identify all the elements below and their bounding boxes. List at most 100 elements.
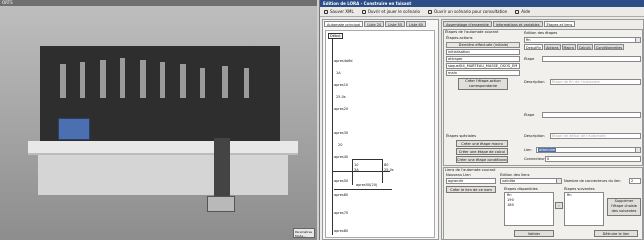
- connecteur-field[interactable]: 0: [545, 156, 641, 162]
- scene-viewport[interactable]: Paramètres Mode...: [0, 6, 317, 240]
- graph-edge-label: 25.0s: [336, 95, 346, 99]
- wrench-tool: [160, 62, 165, 98]
- new-link-field[interactable]: agrandir: [446, 178, 496, 184]
- lien-select[interactable]: atteindre: [536, 147, 641, 153]
- graph-edge-label: 25.0s: [384, 168, 394, 172]
- description-field[interactable]: Étape de fin de l'automate: [550, 79, 641, 85]
- graph-node[interactable]: apres50: [334, 179, 348, 183]
- graph-node[interactable]: apres60: [334, 193, 348, 197]
- description-label: Description: [524, 80, 545, 84]
- available-steps-list[interactable]: fin 190 180: [504, 192, 554, 226]
- search-icon: [427, 9, 432, 14]
- create-action-step-button[interactable]: Créer l'étape-action correspondante: [458, 78, 508, 90]
- scene-window[interactable]: ORTS Paramètres Mode...: [0, 0, 317, 240]
- action-field[interactable]: attraper: [446, 56, 520, 62]
- action-field[interactable]: initialisation: [446, 49, 520, 55]
- help-label: Aide: [521, 9, 531, 14]
- wrench-tool: [244, 68, 249, 98]
- list-item[interactable]: 180: [505, 203, 553, 208]
- last-action-field[interactable]: Dernière effectuée (initiale): [446, 42, 520, 48]
- delete-link-button[interactable]: Détruire le lien: [594, 230, 638, 237]
- etape-field[interactable]: [542, 56, 641, 62]
- open-consult-button[interactable]: Ouvrir un scénario pour consultation: [427, 9, 508, 14]
- save-xml-button[interactable]: Sauver XML: [324, 9, 354, 14]
- etape2-field[interactable]: [542, 112, 641, 118]
- chevron-down-icon: [635, 148, 640, 152]
- help-button[interactable]: Aide: [515, 9, 530, 14]
- step-actions-label: Étapes-actions: [446, 36, 473, 40]
- graph-edge: [352, 159, 353, 185]
- robot-gripper: [207, 196, 235, 212]
- tab-actions[interactable]: Actions: [544, 44, 561, 50]
- graph-node[interactable]: apres20: [334, 107, 348, 111]
- chevron-down-icon: [556, 179, 561, 183]
- step-type-tabs: DebutFin Actions Macro Calculs Condition…: [524, 44, 625, 50]
- available-steps-label: Étapes disponibles: [504, 187, 538, 191]
- automaton-tabs: Automate principal Liste 20 Liste 55 Lis…: [323, 20, 438, 28]
- etape-label: Étape: [524, 57, 535, 61]
- graph-node[interactable]: apres40: [334, 155, 348, 159]
- move-right-button[interactable]: ›: [555, 202, 563, 209]
- lien-select-value: atteindre: [538, 148, 557, 152]
- tab-liste-20[interactable]: Liste 20: [364, 21, 385, 27]
- create-link-button[interactable]: Créer le lien de ce nom: [446, 186, 496, 193]
- list-item[interactable]: fin: [565, 193, 603, 198]
- wrench-tool: [222, 66, 228, 98]
- following-steps-list[interactable]: fin: [564, 192, 604, 226]
- edit-tabs: Assemblage d'ensemble Informations et va…: [442, 20, 643, 28]
- wrench-tool: [120, 58, 125, 98]
- graph-edge-label: 20: [338, 143, 343, 147]
- steps-section-title: Étapes de l'automate courant: [445, 30, 499, 34]
- graph-edge-label: 1A: [336, 71, 341, 75]
- automaton-graph[interactable]: Début apres4a6d apres10 apres20 apres30 …: [325, 30, 435, 238]
- tab-automate-principal[interactable]: Automate principal: [324, 21, 364, 27]
- tab-macro[interactable]: Macro: [561, 44, 576, 50]
- tab-etapes-liens[interactable]: Étapes et liens: [543, 21, 576, 27]
- create-calc-step-button[interactable]: Créer une étape de calcul: [456, 148, 508, 155]
- links-section-title: Liens de l'automate courant: [445, 168, 496, 172]
- open-consult-label: Ouvrir un scénario pour consultation: [433, 9, 508, 14]
- graph-edge-label: 10: [354, 163, 359, 167]
- tab-informations[interactable]: Informations et variables: [492, 21, 543, 27]
- step-edit-title: Édition des étapes: [524, 31, 558, 35]
- graph-edge: [334, 189, 392, 190]
- robot-arm: [214, 138, 230, 198]
- delete-following-step-button[interactable]: Supprimer l'étape choisie des suivantes: [607, 198, 641, 216]
- lien-label: Lien: [524, 148, 532, 152]
- link-select[interactable]: validite: [500, 178, 562, 184]
- wrench-tool: [60, 64, 66, 98]
- create-macro-step-button[interactable]: Créer une étape macro: [456, 140, 508, 147]
- open-play-button[interactable]: Ouvrir et jouer le scénario: [361, 9, 420, 14]
- graph-node[interactable]: apres30: [334, 131, 348, 135]
- tab-conditionnelles[interactable]: Conditionnelles: [593, 44, 625, 50]
- graph-node[interactable]: apres4a6d: [334, 59, 353, 63]
- create-cond-step-button[interactable]: Créer une étape conditionnelle: [456, 156, 508, 163]
- validate-button[interactable]: Valider: [514, 230, 554, 237]
- scene-params-badge[interactable]: Paramètres Mode...: [293, 228, 315, 238]
- wrench-tool: [140, 60, 146, 98]
- etape2-label: Étape: [524, 113, 535, 117]
- action-field[interactable]: saqueSt4_MARTEAU_MASSE_OSOS_EM: [446, 63, 520, 69]
- edit-pane: Assemblage d'ensemble Informations et va…: [441, 19, 644, 240]
- tab-calculs[interactable]: Calculs: [576, 44, 593, 50]
- tab-liste-55[interactable]: Liste 55: [385, 21, 406, 27]
- editor-toolbar: Sauver XML Ouvrir et jouer le scénario O…: [320, 7, 644, 17]
- tab-debutfin[interactable]: DebutFin: [524, 44, 544, 50]
- graph-node[interactable]: Début: [328, 33, 343, 39]
- description2-field[interactable]: Étape de début de l'automate: [550, 133, 641, 139]
- graph-node[interactable]: apres10: [334, 83, 348, 87]
- action-field[interactable]: main: [446, 70, 520, 76]
- step-select[interactable]: fin: [524, 37, 641, 43]
- wrench-tool: [80, 62, 85, 98]
- graph-node[interactable]: apres70: [334, 211, 348, 215]
- link-edit-title: Édition des liens: [500, 173, 530, 177]
- tab-liste-60[interactable]: Liste 60: [406, 21, 426, 27]
- graph-node[interactable]: apres50(20): [356, 183, 377, 187]
- graph-node[interactable]: apres80: [334, 229, 348, 233]
- connector-count-spinner[interactable]: 2: [629, 178, 641, 184]
- steps-section: Étapes de l'automate courant Étapes-acti…: [443, 29, 643, 166]
- save-xml-label: Sauver XML: [330, 9, 354, 14]
- folder-icon: [361, 9, 366, 14]
- help-icon: [515, 9, 520, 14]
- tab-assemblage[interactable]: Assemblage d'ensemble: [443, 21, 492, 27]
